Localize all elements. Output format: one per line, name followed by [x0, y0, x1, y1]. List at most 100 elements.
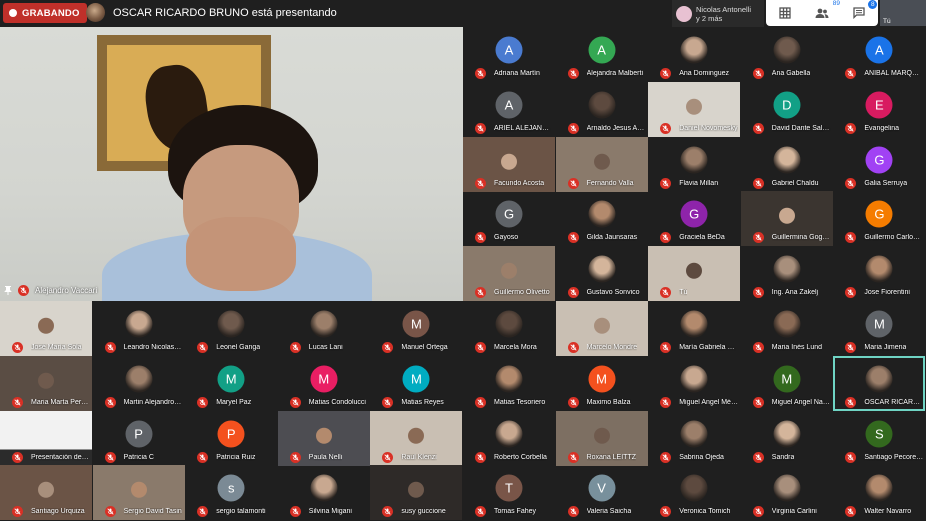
participant-tile[interactable]: Matias Tesoriero	[463, 356, 555, 411]
participant-name-bar: Manuel Ortega	[374, 342, 460, 353]
participant-tile[interactable]: Raul Klenzi	[370, 410, 463, 466]
participant-tile[interactable]: Ana Gabella	[741, 27, 833, 82]
participant-tile[interactable]: Gilda Jaunsaras	[556, 191, 648, 246]
avatar	[773, 255, 801, 283]
participant-tile[interactable]: E Evangelina	[833, 82, 925, 137]
participant-tile[interactable]: s sergio talamonti	[185, 465, 277, 520]
participant-tile[interactable]: V Valeria Saicha	[556, 465, 648, 520]
participant-tile[interactable]: Flavia Millan	[648, 137, 740, 192]
participant-tile[interactable]: P Patricia Ruiz	[185, 411, 277, 466]
participant-tile[interactable]: Veronica Tomich	[648, 465, 740, 520]
participant-tile[interactable]: Guillermina Gogniat	[740, 191, 833, 247]
participant-tile[interactable]: M Matias Reyes	[370, 356, 462, 411]
join-notification-name: Nicolas Antonelli	[696, 4, 752, 14]
avatar: V	[588, 474, 616, 502]
participant-tile[interactable]: D David Dante Salvat...	[741, 82, 833, 137]
mic-off-icon	[845, 122, 857, 134]
participant-tile[interactable]: Roberto Corbella	[463, 411, 555, 466]
participant-name-bar: Flavia Millan	[652, 177, 738, 189]
participant-tile[interactable]: M Manuel Ortega	[370, 301, 462, 356]
participant-tile[interactable]: M Maximo Balza	[556, 356, 648, 411]
pin-icon[interactable]	[4, 286, 12, 295]
participant-name-bar: Gustavo Sonvico	[560, 287, 646, 299]
participant-tile[interactable]: Ana Dominguez	[648, 27, 740, 82]
participant-tile[interactable]: M Maryel Paz	[185, 356, 277, 411]
participant-tile[interactable]: M Maria Jimena	[833, 301, 925, 356]
participant-tile[interactable]: OSCAR RICARDO ...	[833, 356, 925, 411]
participant-tile[interactable]: Tú	[648, 246, 741, 302]
participant-tile[interactable]: Gabriel Chaldu	[741, 137, 833, 192]
participant-name-bar: Galia Serruya	[837, 177, 923, 189]
self-view-tile[interactable]: Tú	[880, 0, 926, 26]
participant-tile[interactable]: María Gabriela Le...	[648, 301, 740, 356]
participant-name-bar: Maria Marta Persico	[4, 396, 90, 408]
participant-tile[interactable]: A ARIEL ALEJANDR...	[463, 82, 555, 137]
participant-tile[interactable]: G Guillermo Carlos N...	[833, 191, 925, 246]
participant-tile[interactable]: A Alejandra Malberti	[556, 27, 648, 82]
participant-tile[interactable]: A Adriana Martín	[463, 27, 555, 82]
participant-name: Miguel Angel Nasso	[771, 398, 831, 406]
participant-tile[interactable]: G Graciela BeDa	[648, 191, 740, 246]
join-notification[interactable]: Nicolas Antonelli y 2 más	[672, 0, 764, 27]
participant-tile[interactable]: Miguel Angel Mén...	[648, 356, 740, 411]
participant-tile[interactable]: Gustavo Sonvico	[556, 246, 648, 301]
participant-tile[interactable]: Virginia Carlini	[741, 465, 833, 520]
participant-tile[interactable]: Santiago Urquiza	[0, 465, 92, 521]
participant-tile[interactable]: Fernando Valla	[555, 136, 648, 192]
mic-off-icon	[845, 396, 857, 408]
participant-tile[interactable]: A ANIBAL MARQUEZ	[833, 27, 925, 82]
mic-off-icon	[289, 342, 301, 353]
participant-tile[interactable]: G Gayoso	[463, 191, 555, 246]
participant-name-bar: Patricia C	[97, 451, 183, 463]
participant-tile[interactable]: Sabrina Ojeda	[648, 411, 740, 466]
participant-tile[interactable]: Presentación de OSCAR RICA...	[0, 410, 92, 466]
participant-name: Ana Dominguez	[679, 70, 729, 77]
avatar	[125, 310, 153, 338]
participant-tile[interactable]: Maria Marta Persico	[0, 355, 92, 411]
participant-name: Maria Inés Lund	[771, 344, 822, 351]
top-bar: GRABANDO OSCAR RICARDO BRUNO está presen…	[0, 0, 926, 27]
participant-name: José María Sola	[31, 344, 82, 351]
participant-tile[interactable]: Jose Fiorentini	[833, 246, 925, 301]
participant-tile[interactable]: P Patricia C	[93, 411, 185, 466]
participant-tile[interactable]: Marcelo Mondre	[555, 301, 648, 356]
participant-name: Maryel Paz	[216, 398, 252, 406]
participant-tile[interactable]: Marcela Mora	[463, 301, 555, 356]
avatar: G	[865, 146, 893, 174]
participant-tile[interactable]: Roxana LEITTZ	[555, 410, 648, 466]
participant-tile[interactable]: Leandro Nicolas Gi...	[93, 301, 185, 356]
participant-tile[interactable]: Walter Navarro	[833, 465, 925, 520]
participant-tile[interactable]: Daniel Novomesky	[648, 81, 741, 137]
participant-tile[interactable]: Paula Nelli	[277, 410, 370, 466]
layout-button[interactable]	[776, 4, 794, 22]
participant-tile[interactable]: M Matias Condolucci	[278, 356, 370, 411]
participant-tile[interactable]: José María Sola	[0, 301, 92, 356]
participant-tile[interactable]: Sandra	[741, 411, 833, 466]
participant-name: Guillermo Olivetto	[494, 289, 550, 297]
participant-tile[interactable]: Sergio David Tasin	[92, 465, 185, 521]
participant-tile[interactable]: S Santiago Pecorena	[833, 411, 925, 466]
participant-name-bar: Fernando Valla	[560, 177, 646, 189]
participant-name-bar: Maria Inés Lund	[745, 342, 831, 353]
participant-tile[interactable]: Ing. Ana Zakelj	[741, 246, 833, 301]
participants-button[interactable]: 89	[813, 0, 840, 22]
participant-tile[interactable]: Leonel Ganga	[185, 301, 277, 356]
participant-tile[interactable]: G Galia Serruya	[833, 137, 925, 192]
participant-name-bar: Graciela BeDa	[652, 232, 738, 244]
participant-tile[interactable]: Maria Inés Lund	[741, 301, 833, 356]
participant-tile[interactable]: Silvina Migani	[278, 465, 370, 520]
participant-tile[interactable]: Guillermo Olivetto	[463, 246, 555, 302]
participant-tile[interactable]: M Miguel Angel Nasso	[741, 356, 833, 411]
main-video[interactable]: Alejandro Vaccari	[0, 27, 463, 301]
avatar	[680, 474, 708, 502]
participant-name: Gustavo Sonvico	[586, 289, 640, 297]
participant-tile[interactable]: susy guccione	[370, 465, 463, 521]
participant-name-bar: Patricia Ruiz	[189, 451, 275, 463]
participant-tile[interactable]: Lucas Lani	[278, 301, 370, 356]
chat-button[interactable]: 8	[850, 0, 878, 22]
participant-tile[interactable]: Martin Alejandro D...	[93, 356, 185, 411]
participant-name: Sabrina Ojeda	[679, 453, 724, 461]
participant-tile[interactable]: Facundo Acosta	[463, 136, 555, 192]
participant-tile[interactable]: Arnaldo Jesus Ardi...	[556, 82, 648, 137]
participant-tile[interactable]: T Tomas Fahey	[463, 465, 555, 520]
